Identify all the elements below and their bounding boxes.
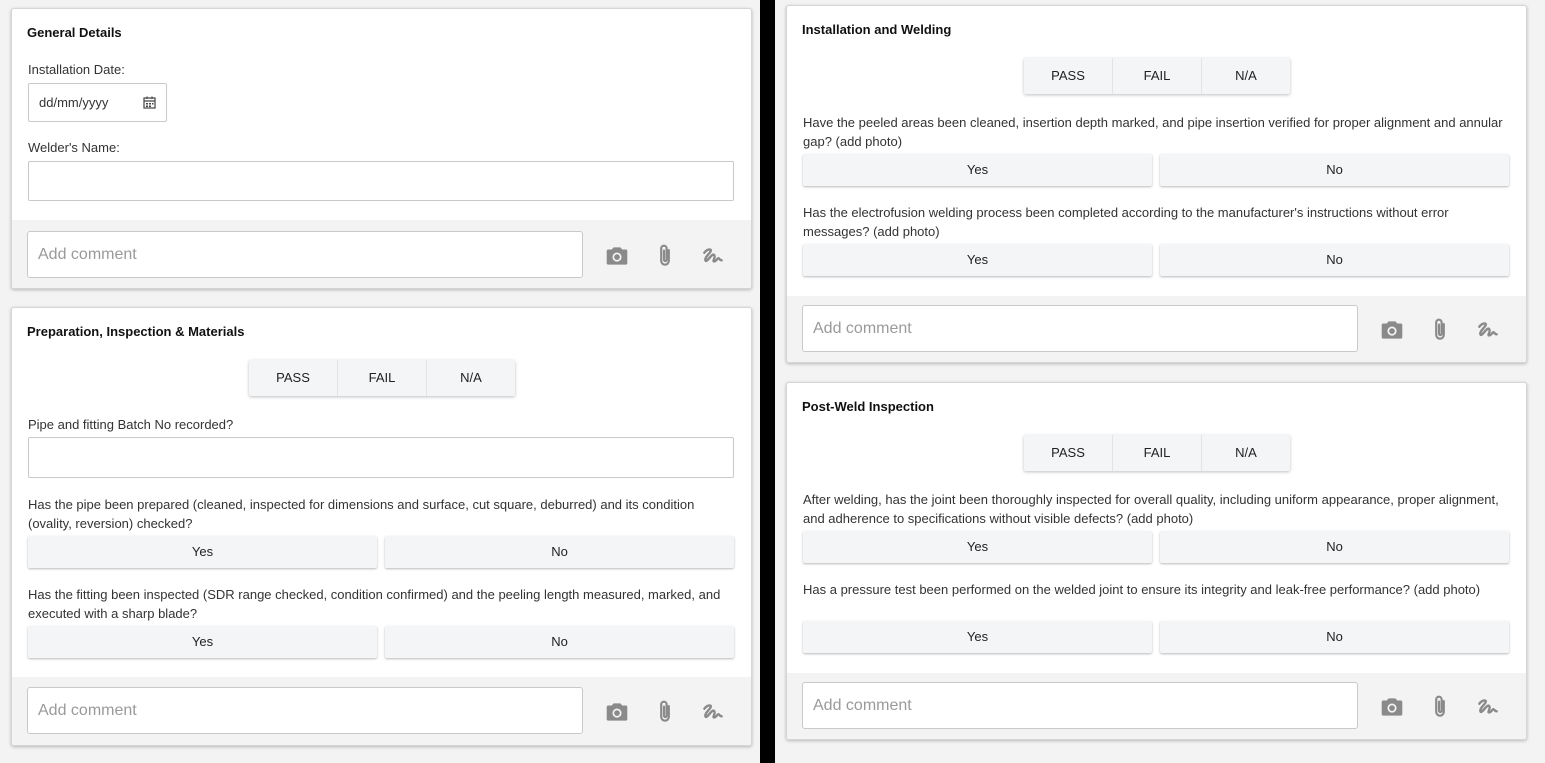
yes-button[interactable]: Yes	[28, 536, 377, 568]
left-column: General Details Installation Date: dd/mm…	[0, 0, 760, 763]
card-footer: Add comment	[787, 296, 1526, 362]
date-placeholder: dd/mm/yyyy	[39, 95, 109, 110]
general-details-card: General Details Installation Date: dd/mm…	[11, 8, 752, 289]
camera-icon[interactable]	[1379, 694, 1405, 720]
pass-option[interactable]: PASS	[1024, 435, 1113, 471]
yes-button[interactable]: Yes	[28, 626, 377, 658]
no-button[interactable]: No	[1160, 531, 1509, 563]
card-footer: Add comment	[12, 220, 751, 288]
signature-icon[interactable]	[700, 243, 726, 269]
question-label: After welding, has the joint been thorou…	[803, 492, 1499, 526]
paperclip-icon[interactable]	[1427, 317, 1453, 343]
column-divider	[760, 0, 775, 763]
batch-label: Pipe and fitting Batch No recorded?	[28, 417, 234, 432]
na-option[interactable]: N/A	[427, 360, 515, 396]
installation-welding-card: Installation and Welding PASS FAIL N/A H…	[786, 5, 1527, 363]
installation-date-label: Installation Date:	[28, 62, 125, 77]
card-title: Preparation, Inspection & Materials	[27, 324, 245, 339]
signature-icon[interactable]	[1475, 317, 1501, 343]
comment-input[interactable]: Add comment	[27, 231, 583, 278]
post-weld-card: Post-Weld Inspection PASS FAIL N/A After…	[786, 382, 1527, 740]
question-label: Have the peeled areas been cleaned, inse…	[803, 115, 1503, 149]
na-option[interactable]: N/A	[1202, 435, 1290, 471]
fail-option[interactable]: FAIL	[1113, 435, 1202, 471]
signature-icon[interactable]	[1475, 694, 1501, 720]
calendar-icon[interactable]	[143, 96, 156, 109]
installation-date-input[interactable]: dd/mm/yyyy	[28, 83, 167, 122]
pass-option[interactable]: PASS	[1024, 58, 1113, 94]
fail-option[interactable]: FAIL	[338, 360, 427, 396]
pass-option[interactable]: PASS	[249, 360, 338, 396]
yes-button[interactable]: Yes	[803, 244, 1152, 276]
no-button[interactable]: No	[385, 536, 734, 568]
comment-input[interactable]: Add comment	[802, 682, 1358, 729]
pass-fail-na-group: PASS FAIL N/A	[1024, 58, 1290, 94]
paperclip-icon[interactable]	[652, 243, 678, 269]
card-title: Post-Weld Inspection	[802, 399, 934, 414]
camera-icon[interactable]	[604, 699, 630, 725]
card-footer: Add comment	[787, 673, 1526, 739]
no-button[interactable]: No	[385, 626, 734, 658]
pass-fail-na-group: PASS FAIL N/A	[249, 360, 515, 396]
yes-button[interactable]: Yes	[803, 531, 1152, 563]
preparation-card: Preparation, Inspection & Materials PASS…	[11, 307, 752, 746]
no-button[interactable]: No	[1160, 154, 1509, 186]
welder-name-label: Welder's Name:	[28, 140, 120, 155]
no-button[interactable]: No	[1160, 244, 1509, 276]
card-footer: Add comment	[12, 677, 751, 745]
comment-input[interactable]: Add comment	[27, 687, 583, 734]
no-button[interactable]: No	[1160, 621, 1509, 653]
right-column: Installation and Welding PASS FAIL N/A H…	[775, 0, 1545, 763]
comment-input[interactable]: Add comment	[802, 305, 1358, 352]
signature-icon[interactable]	[700, 699, 726, 725]
question-label: Has the fitting been inspected (SDR rang…	[28, 587, 721, 621]
question-label: Has the pipe been prepared (cleaned, ins…	[28, 497, 695, 531]
na-option[interactable]: N/A	[1202, 58, 1290, 94]
camera-icon[interactable]	[604, 243, 630, 269]
yes-button[interactable]: Yes	[803, 154, 1152, 186]
fail-option[interactable]: FAIL	[1113, 58, 1202, 94]
welder-name-input[interactable]	[28, 161, 734, 201]
card-title: Installation and Welding	[802, 22, 952, 37]
paperclip-icon[interactable]	[1427, 694, 1453, 720]
batch-input[interactable]	[28, 437, 734, 478]
question-label: Has a pressure test been performed on th…	[803, 582, 1481, 597]
question-label: Has the electrofusion welding process be…	[803, 205, 1449, 239]
camera-icon[interactable]	[1379, 317, 1405, 343]
paperclip-icon[interactable]	[652, 699, 678, 725]
yes-button[interactable]: Yes	[803, 621, 1152, 653]
pass-fail-na-group: PASS FAIL N/A	[1024, 435, 1290, 471]
card-title: General Details	[27, 25, 122, 40]
